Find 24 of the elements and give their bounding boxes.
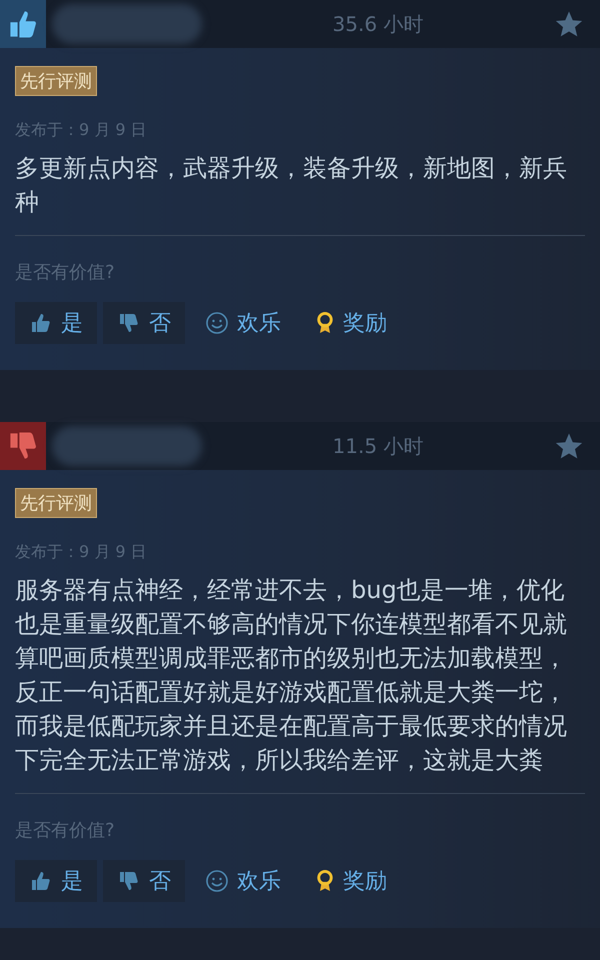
smiley-icon bbox=[205, 311, 229, 335]
award-button[interactable]: 奖励 bbox=[301, 860, 401, 902]
smiley-icon bbox=[205, 869, 229, 893]
award-button[interactable]: 奖励 bbox=[301, 302, 401, 344]
medal-icon bbox=[315, 310, 335, 336]
funny-button[interactable]: 欢乐 bbox=[191, 860, 295, 902]
funny-button[interactable]: 欢乐 bbox=[191, 302, 295, 344]
medal-icon bbox=[315, 868, 335, 894]
helpful-question: 是否有价值? bbox=[15, 819, 116, 842]
posted-date: 发布于：9 月 9 日 bbox=[15, 542, 148, 563]
no-button[interactable]: 否 bbox=[103, 302, 185, 344]
star-icon[interactable] bbox=[554, 431, 584, 461]
review-text: 服务器有点神经，经常进不去，bug也是一堆，优化也是重量级配置不够高的情况下你连模型都看不见就算吧画质模型调成罪恶都市的级别也无法加载模型，反正一句话配置好就是好游戏配置低就是大粪一坨，而我是低配玩家并且还是在配置高于最低要求的情况下完全无法正常游戏，所以我给差评，这就是大粪 bbox=[15, 575, 568, 776]
no-button[interactable]: 否 bbox=[103, 860, 185, 902]
review-text: 多更新点内容，武器升级，装备升级，新地图，新兵种 bbox=[15, 153, 568, 218]
posted-date: 发布于：9 月 9 日 bbox=[15, 120, 148, 141]
playtime-hours: 35.6 小时 bbox=[332, 10, 424, 38]
yes-button[interactable]: 是 bbox=[15, 860, 97, 902]
yes-button[interactable]: 是 bbox=[15, 302, 97, 344]
star-icon[interactable] bbox=[554, 9, 584, 39]
playtime-hours: 11.5 小时 bbox=[332, 432, 424, 460]
early-access-tag: 先行评测 bbox=[15, 66, 97, 96]
early-access-tag: 先行评测 bbox=[15, 488, 97, 518]
helpful-question: 是否有价值? bbox=[15, 261, 116, 284]
